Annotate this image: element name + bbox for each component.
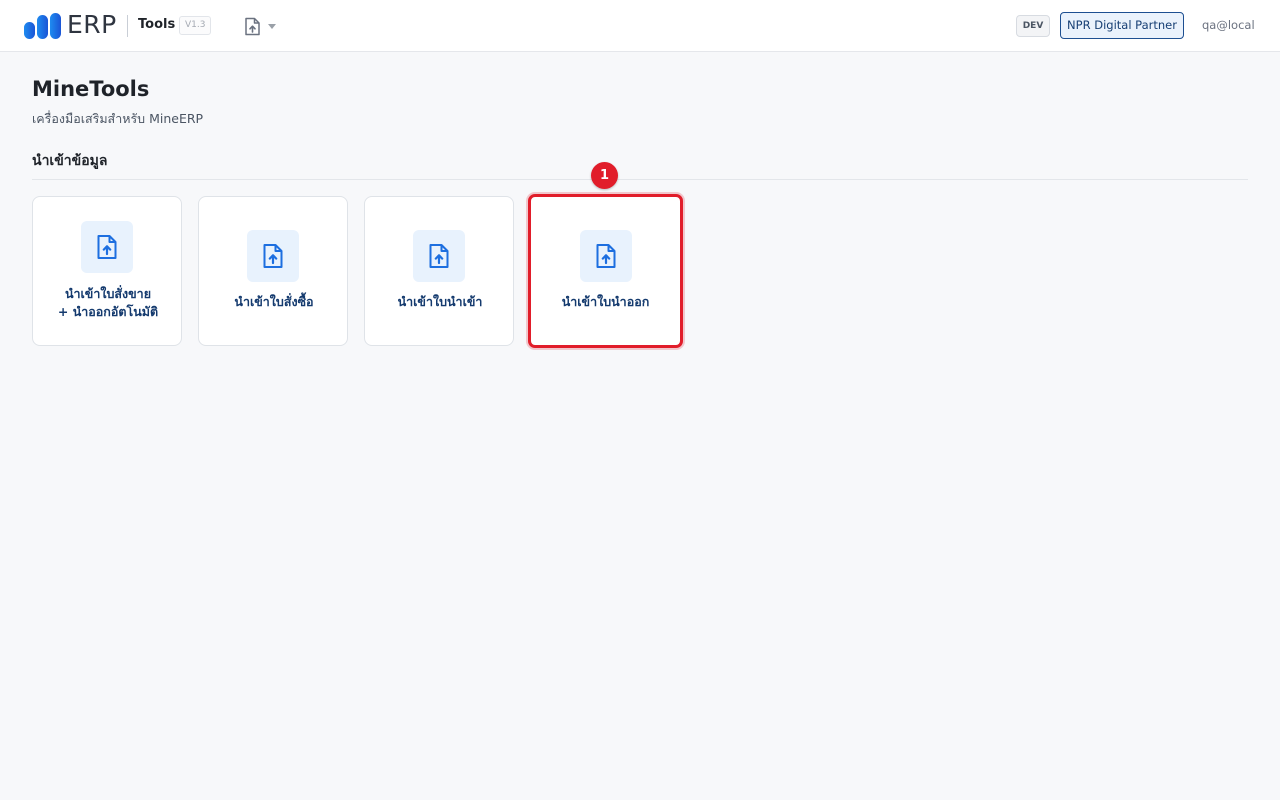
tile-import-sales-order[interactable]: นำเข้าใบสั่งขาย + นำออกอัตโนมัติ xyxy=(32,196,182,346)
file-upload-icon xyxy=(596,244,616,268)
partner-button[interactable]: NPR Digital Partner xyxy=(1060,12,1184,39)
tile-label: นำเข้าใบนำเข้า xyxy=(397,294,483,309)
page-subtitle: เครื่องมือเสริมสำหรับ MineERP xyxy=(32,111,204,126)
tile-label: นำเข้าใบสั่งซื้อ xyxy=(234,294,314,309)
file-upload-icon xyxy=(429,244,449,268)
file-upload-icon xyxy=(263,244,283,268)
version-badge: V1.3 xyxy=(179,16,212,35)
file-upload-icon xyxy=(97,235,117,259)
tile-icon-box xyxy=(413,230,465,282)
step-number-badge: 1 xyxy=(591,162,618,189)
logo-divider xyxy=(127,15,128,37)
tile-label: นำเข้าใบสั่งขาย xyxy=(64,286,152,301)
erp-logo-icon[interactable] xyxy=(24,13,64,39)
section-divider xyxy=(32,179,1248,180)
tile-icon-box xyxy=(247,230,299,282)
tile-icon-box xyxy=(580,230,632,282)
top-bar: ERP Tools V1.3 DEV NPR Digital Partner q… xyxy=(0,0,1280,52)
app-title: Tools xyxy=(138,17,176,32)
tile-icon-box xyxy=(81,221,133,273)
tile-import-receiving[interactable]: นำเข้าใบนำเข้า xyxy=(364,196,514,346)
page-title: MineTools xyxy=(32,77,150,101)
import-menu-dropdown[interactable] xyxy=(240,14,282,38)
tile-label: นำเข้าใบนำออก xyxy=(561,294,650,309)
chevron-down-icon xyxy=(268,24,276,29)
user-account-label[interactable]: qa@local xyxy=(1202,16,1255,34)
file-upload-icon xyxy=(245,17,260,36)
tile-import-issuing[interactable]: นำเข้าใบนำออก xyxy=(528,194,683,348)
logo-text: ERP xyxy=(67,10,117,39)
environment-badge: DEV xyxy=(1016,15,1050,37)
tile-import-purchase-order[interactable]: นำเข้าใบสั่งซื้อ xyxy=(198,196,348,346)
section-title: นำเข้าข้อมูล xyxy=(32,153,108,169)
tile-label-sub: + นำออกอัตโนมัติ xyxy=(57,304,159,319)
